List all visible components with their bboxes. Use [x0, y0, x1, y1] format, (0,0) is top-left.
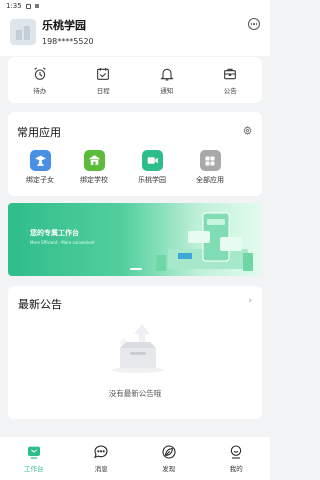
app-label: 绑定学校 [80, 176, 108, 184]
bell-icon [160, 68, 174, 81]
chat-bubble-icon [94, 445, 108, 459]
common-apps-card: 常用应用 绑定子女 绑定学校 乐桃学园 全部应用 [8, 112, 262, 196]
quick-action-notification[interactable]: 通知 [147, 66, 187, 95]
tab-label: 工作台 [24, 465, 44, 473]
calendar-check-icon [97, 67, 110, 80]
banner-subtitle: More Efficient · More convenient [30, 240, 95, 245]
briefcase-icon [224, 68, 237, 79]
tab-workbench[interactable]: 工作台 [9, 444, 59, 473]
user-icon [231, 445, 242, 459]
app-row: 绑定子女 绑定学校 乐桃学园 全部应用 [8, 150, 262, 185]
banner-indicator [130, 268, 142, 270]
user-phone: 198****5520 [42, 37, 94, 46]
announcements-card: 最新公告 › 没有最新公告哦 [8, 286, 262, 419]
status-time: 1:35 [6, 2, 22, 10]
quick-action-label: 通知 [160, 86, 174, 95]
header: 乐桃学园 198****5520 [0, 12, 270, 56]
app-label: 乐桃学园 [138, 176, 166, 184]
video-play-icon [141, 150, 163, 171]
empty-announcements-text: 没有最新公告哦 [108, 389, 162, 398]
workbench-banner[interactable]: 您的专属工作台 More Efficient · More convenient [8, 203, 262, 276]
bottom-tab-bar: 工作台 消息 发现 我的 [0, 437, 270, 480]
empty-box-illustration [112, 324, 164, 373]
quick-action-announcement[interactable]: 公告 [210, 66, 250, 95]
app-bind-school[interactable]: 绑定学校 [68, 150, 120, 185]
quick-action-label: 待办 [33, 86, 47, 95]
tab-discover[interactable]: 发现 [144, 444, 194, 473]
tab-label: 消息 [94, 465, 108, 473]
tab-label: 我的 [229, 465, 243, 473]
banner-illustration [156, 212, 253, 271]
school-name[interactable]: 乐桃学园 [42, 17, 86, 33]
app-letao-school[interactable]: 乐桃学园 [126, 150, 178, 185]
app-label: 绑定子女 [26, 176, 54, 184]
app-all-apps[interactable]: 全部应用 [184, 150, 236, 185]
workbench-icon [27, 446, 40, 459]
banner-title: 您的专属工作台 [30, 229, 79, 237]
school-logo-icon [10, 19, 36, 45]
grid-icon [199, 150, 221, 171]
common-apps-title: 常用应用 [17, 126, 61, 139]
more-circle-icon[interactable] [248, 18, 260, 30]
status-notification-icon [25, 3, 31, 9]
quick-action-todo[interactable]: 待办 [20, 66, 60, 95]
alarm-clock-icon [34, 67, 46, 80]
quick-actions: 待办 日程 通知 公告 [8, 57, 262, 103]
quick-action-schedule[interactable]: 日程 [83, 66, 123, 95]
chevron-right-icon[interactable]: › [248, 296, 252, 306]
quick-action-label: 日程 [96, 86, 110, 95]
tab-messages[interactable]: 消息 [76, 444, 126, 473]
status-bar: 1:35 [0, 0, 270, 12]
app-bind-child[interactable]: 绑定子女 [14, 150, 66, 185]
quick-action-label: 公告 [223, 86, 237, 95]
status-app-icon [34, 4, 39, 8]
announcements-title: 最新公告 [18, 298, 62, 311]
school-icon [83, 150, 105, 171]
student-icon [29, 150, 51, 171]
app-label: 全部应用 [196, 176, 224, 184]
compass-leaf-icon [162, 445, 176, 459]
tab-label: 发现 [162, 465, 176, 473]
gear-icon[interactable] [243, 126, 252, 135]
tab-profile[interactable]: 我的 [211, 444, 261, 473]
